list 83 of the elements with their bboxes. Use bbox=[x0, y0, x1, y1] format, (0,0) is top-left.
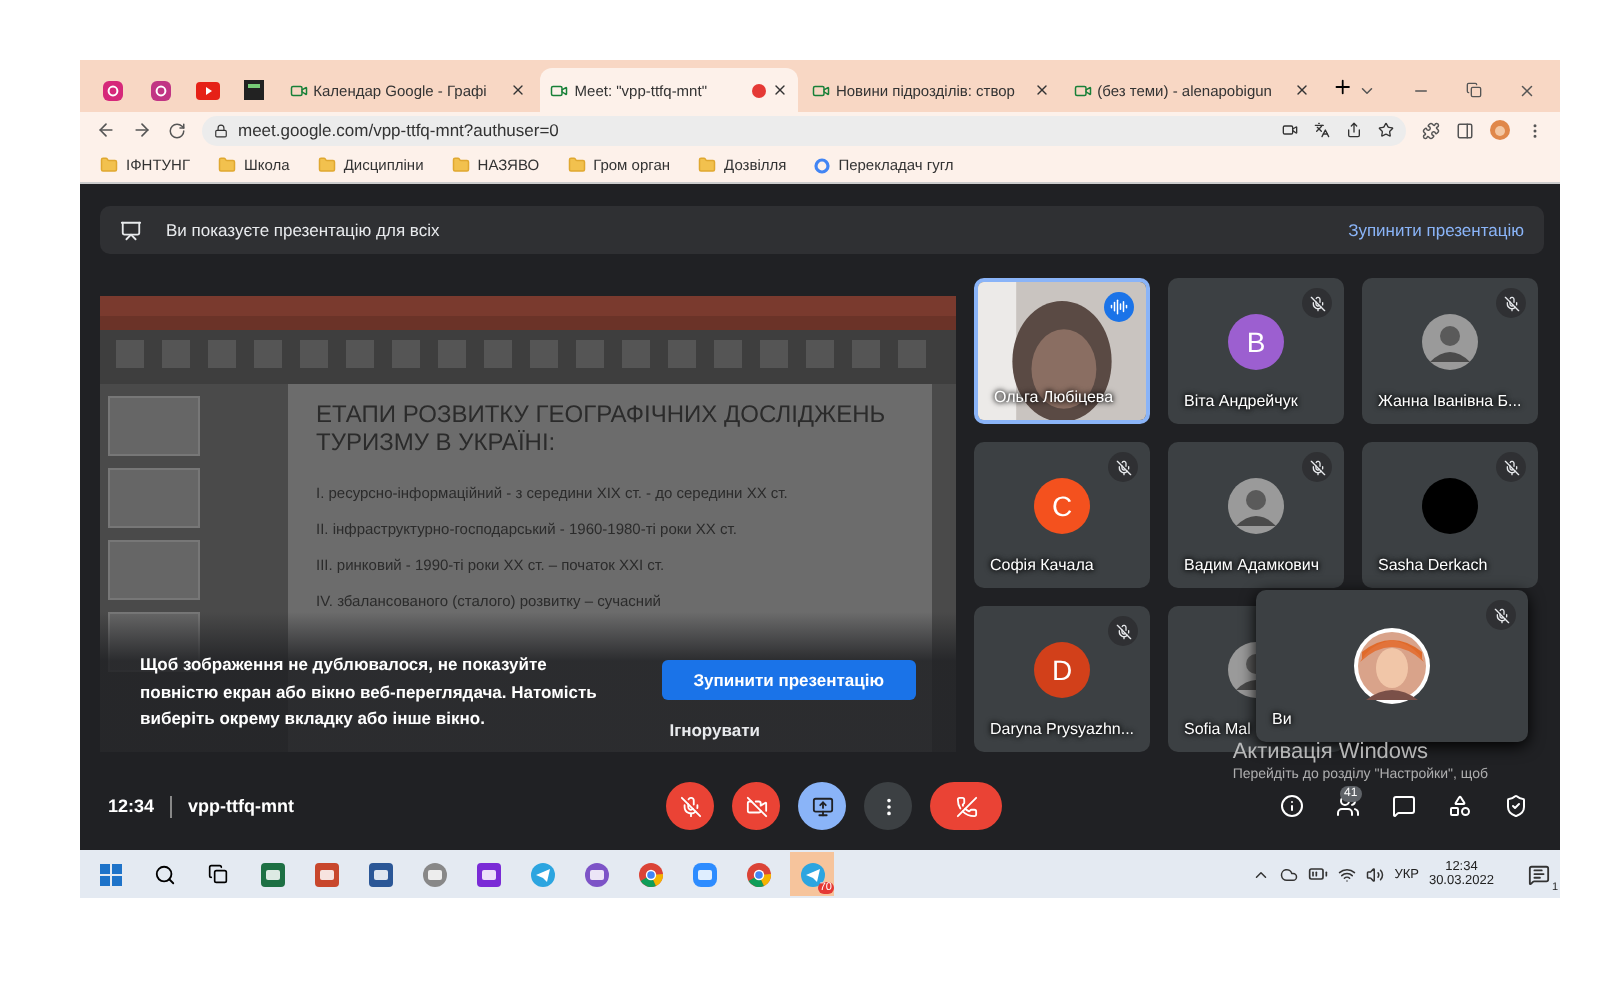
participant-name: Жанна Іванівна Б... bbox=[1378, 392, 1522, 410]
notice-text: Щоб зображення не дублювалося, не показуйте повністю екран або вікно веб-переглядача. Натомість виберіть окрему вкладку або інше вікно. bbox=[140, 652, 599, 732]
slide-title: ЕТАПИ РОЗВИТКУ ГЕОГРАФІЧНИХ ДОСЛІДЖЕНЬ ТУРИЗМУ В УКРАЇНІ: bbox=[316, 400, 888, 458]
avatar bbox=[1422, 477, 1478, 533]
app-icon[interactable] bbox=[367, 861, 393, 887]
folder-icon bbox=[567, 156, 586, 174]
info-icon[interactable] bbox=[1280, 794, 1304, 818]
camera-icon bbox=[550, 81, 569, 99]
participant-name: Daryna Prysyazhn... bbox=[990, 720, 1135, 738]
avatar bbox=[1354, 628, 1430, 704]
banner-text: Ви показуєте презентацію для всіх bbox=[166, 220, 440, 240]
ignore-button[interactable]: Ігнорувати bbox=[661, 720, 768, 740]
phone-off-icon bbox=[955, 795, 977, 817]
google-icon bbox=[814, 157, 831, 173]
lock-icon bbox=[214, 123, 228, 137]
puzzle-icon[interactable] bbox=[1422, 121, 1440, 139]
translate-icon[interactable] bbox=[1314, 122, 1330, 138]
close-icon[interactable] bbox=[1294, 82, 1311, 98]
meeting-code: vpp-ttfq-mnt bbox=[188, 796, 295, 816]
people-icon[interactable] bbox=[1336, 794, 1360, 818]
participant-name: Софія Качала bbox=[990, 556, 1094, 574]
close-icon[interactable] bbox=[771, 82, 788, 98]
slide-thumbnail bbox=[108, 396, 200, 456]
meeting-time: 12:34 bbox=[106, 796, 155, 816]
app-icon[interactable] bbox=[475, 861, 501, 887]
participant-name: Sasha Derkach bbox=[1378, 556, 1488, 574]
camera-icon bbox=[811, 81, 830, 99]
folder-icon bbox=[100, 156, 118, 174]
new-tab-icon[interactable] bbox=[1332, 75, 1355, 97]
close-icon[interactable] bbox=[510, 82, 527, 98]
volume-icon[interactable] bbox=[1366, 865, 1385, 883]
cloud-icon[interactable] bbox=[1280, 865, 1299, 883]
notifications-icon[interactable] bbox=[1527, 863, 1549, 885]
camera-off-icon bbox=[745, 795, 767, 817]
side-panel-icon[interactable] bbox=[1456, 121, 1474, 139]
avatar: D bbox=[1034, 641, 1090, 697]
present-icon bbox=[120, 219, 142, 241]
close-icon[interactable] bbox=[1033, 82, 1050, 98]
reload-icon[interactable] bbox=[168, 121, 186, 139]
share-icon[interactable] bbox=[1346, 122, 1362, 138]
back-icon[interactable] bbox=[96, 120, 116, 140]
slide-thumbnail bbox=[108, 540, 200, 600]
avatar bbox=[1228, 477, 1284, 533]
mic-button[interactable] bbox=[666, 782, 714, 830]
leave-call-button[interactable] bbox=[930, 782, 1002, 830]
forward-icon[interactable] bbox=[132, 120, 152, 140]
avatar: В bbox=[1228, 313, 1284, 369]
address-bar[interactable]: meet.google.com/vpp-ttfq-mnt?authuser=0 bbox=[202, 115, 1406, 145]
search-icon[interactable] bbox=[153, 863, 175, 885]
chat-icon[interactable] bbox=[1392, 794, 1416, 818]
activities-icon[interactable] bbox=[1448, 794, 1472, 818]
folder-icon bbox=[317, 156, 336, 174]
camera-button[interactable] bbox=[732, 782, 780, 830]
shield-icon[interactable] bbox=[1504, 794, 1528, 818]
stop-presenting-button[interactable]: Зупинити презентацію bbox=[661, 660, 916, 700]
folder-icon bbox=[451, 156, 470, 174]
avatar: С bbox=[1034, 477, 1090, 533]
paper-plane-icon[interactable] bbox=[529, 861, 555, 887]
participant-name: Ви bbox=[1272, 710, 1292, 728]
battery-icon[interactable] bbox=[1308, 864, 1329, 884]
present-button[interactable] bbox=[798, 782, 846, 830]
participant-name: Віта Андрейчук bbox=[1184, 392, 1298, 410]
camera-icon[interactable] bbox=[1282, 122, 1298, 138]
mic-off-icon bbox=[679, 795, 701, 817]
close-icon[interactable] bbox=[1518, 81, 1537, 99]
participant-name: Sofia Mal bbox=[1184, 720, 1251, 738]
camera-icon bbox=[289, 81, 308, 99]
url-text: meet.google.com/vpp-ttfq-mnt?authuser=0 bbox=[238, 120, 559, 140]
camera-icon bbox=[1073, 81, 1092, 99]
activation-title: Активація Windows bbox=[1232, 740, 1430, 764]
chrome-icon[interactable] bbox=[745, 861, 771, 887]
chrome-icon[interactable] bbox=[637, 861, 663, 887]
avatar bbox=[1422, 313, 1478, 369]
wifi-icon[interactable] bbox=[1338, 865, 1357, 883]
star-icon[interactable] bbox=[1378, 122, 1394, 138]
task-view-icon[interactable] bbox=[208, 864, 228, 884]
restore-icon[interactable] bbox=[1466, 82, 1483, 98]
folder-icon bbox=[218, 156, 237, 174]
slide-thumbnail bbox=[108, 468, 200, 528]
stop-presenting-link[interactable]: Зупинити презентацію bbox=[1348, 220, 1524, 240]
participant-name: Вадим Адамкович bbox=[1184, 556, 1320, 574]
folder-icon bbox=[698, 156, 717, 174]
present-icon bbox=[811, 795, 833, 817]
